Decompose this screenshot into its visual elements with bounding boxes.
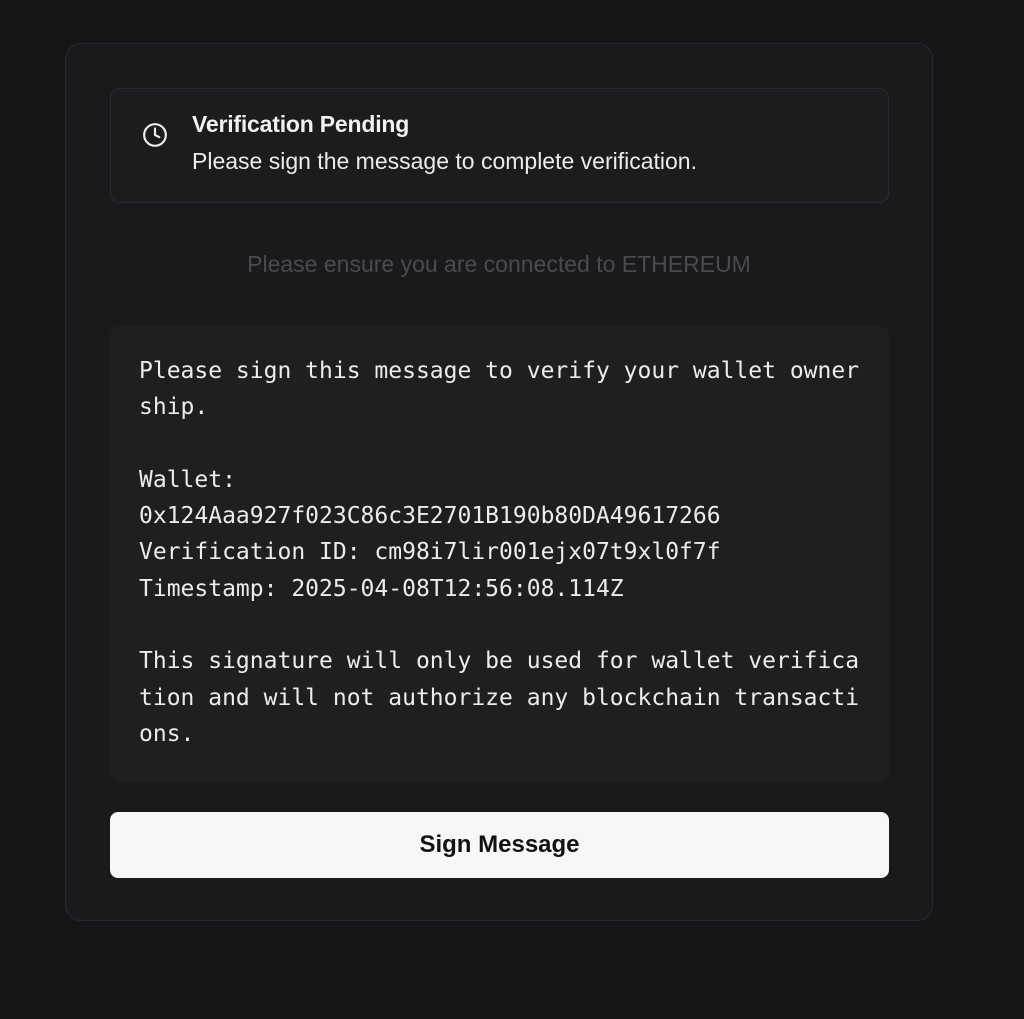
clock-icon: [143, 123, 167, 147]
alert-description: Please sign the message to complete veri…: [192, 148, 697, 174]
network-hint: Please ensure you are connected to ETHER…: [247, 251, 751, 277]
verification-card: Verification Pending Please sign the mes…: [65, 43, 933, 921]
wallet-address: 0x124Aaa927f023C86c3E2701B190b80DA496172…: [139, 503, 721, 530]
verification-pending-alert: Verification Pending Please sign the mes…: [110, 88, 889, 203]
message-box: Please sign this message to verify your …: [110, 326, 889, 782]
alert-title: Verification Pending: [192, 111, 410, 137]
sign-message-button[interactable]: Sign Message: [110, 812, 889, 878]
message-disclaimer: This signature will only be used for wal…: [139, 648, 860, 747]
message-intro: Please sign this message to verify your …: [139, 358, 860, 421]
message-text: Please sign this message to verify your …: [139, 353, 869, 752]
timestamp: Timestamp: 2025-04-08T12:56:08.114Z: [139, 575, 624, 602]
wallet-label: Wallet:: [139, 466, 236, 493]
verification-id: Verification ID: cm98i7lir001ejx07t9xl0f…: [139, 539, 721, 566]
